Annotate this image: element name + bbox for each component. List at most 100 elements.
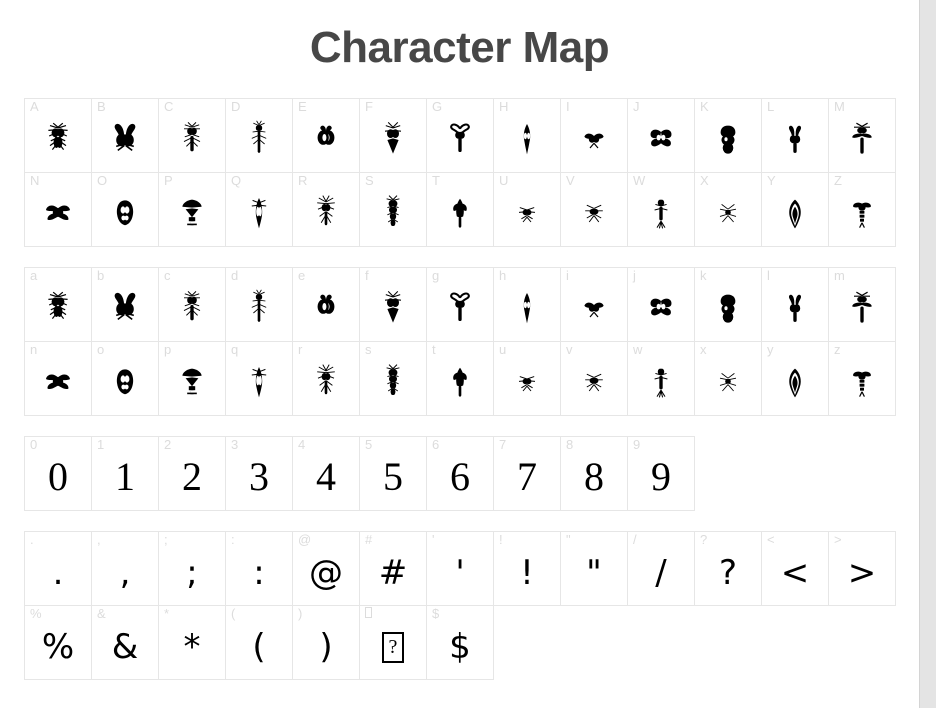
char-cell[interactable]: n <box>25 342 92 416</box>
char-cell[interactable]: h <box>494 268 561 342</box>
char-cell[interactable]: O <box>92 173 159 247</box>
char-cell[interactable]: E <box>293 99 360 173</box>
char-cell[interactable]: Q <box>226 173 293 247</box>
char-cell[interactable]: z <box>829 342 896 416</box>
char-cell[interactable]: 99 <box>628 437 695 511</box>
char-cell[interactable]: .. <box>25 532 92 606</box>
char-cell[interactable]: K <box>695 99 762 173</box>
char-cell[interactable]: 22 <box>159 437 226 511</box>
char-cell[interactable]: * * <box>159 606 226 680</box>
char-cell[interactable]: v <box>561 342 628 416</box>
char-cell[interactable]: (( <box>226 606 293 680</box>
char-cell[interactable]: 77 <box>494 437 561 511</box>
char-cell[interactable]: < < <box>762 532 829 606</box>
char-cell[interactable]: 44 <box>293 437 360 511</box>
char-cell[interactable]: i <box>561 268 628 342</box>
dingbat-glyph <box>440 120 480 160</box>
char-cell[interactable]: $ $ <box>427 606 494 680</box>
char-cell[interactable]: 00 <box>25 437 92 511</box>
char-cell[interactable]: y <box>762 342 829 416</box>
char-cell-label: k <box>700 268 707 283</box>
char-cell-label: L <box>767 99 775 114</box>
char-cell[interactable]: r <box>293 342 360 416</box>
char-cell[interactable]: c <box>159 268 226 342</box>
char-cell[interactable]: S <box>360 173 427 247</box>
char-cell[interactable]: o <box>92 342 159 416</box>
char-cell-label: P <box>164 173 173 188</box>
char-cell[interactable]: e <box>293 268 360 342</box>
char-cell[interactable]: %% <box>25 606 92 680</box>
char-cell[interactable]: A <box>25 99 92 173</box>
char-cell[interactable]: ? <box>360 606 427 680</box>
char-cell[interactable]: H <box>494 99 561 173</box>
char-cell[interactable]: N <box>25 173 92 247</box>
char-cell[interactable]: a <box>25 268 92 342</box>
char-cell[interactable]: ?? <box>695 532 762 606</box>
char-cell[interactable]: U <box>494 173 561 247</box>
char-cell[interactable]: 33 <box>226 437 293 511</box>
char-cell[interactable]: !! <box>494 532 561 606</box>
char-cell[interactable]: / / <box>628 532 695 606</box>
char-cell[interactable]: D <box>226 99 293 173</box>
char-cell[interactable]: f <box>360 268 427 342</box>
char-cell[interactable]: q <box>226 342 293 416</box>
dingbat-glyph <box>172 194 212 234</box>
char-cell[interactable]: L <box>762 99 829 173</box>
char-cell-label: y <box>767 342 774 357</box>
char-cell[interactable]: P <box>159 173 226 247</box>
char-cell[interactable]: > > <box>829 532 896 606</box>
char-cell[interactable]: ' ' <box>427 532 494 606</box>
char-cell-label: r <box>298 342 303 357</box>
scrollbar-thumb[interactable] <box>920 0 936 708</box>
char-cell-label: M <box>834 99 845 114</box>
char-cell-glyph: ( <box>252 626 266 667</box>
char-cell[interactable]: ;; <box>159 532 226 606</box>
char-cell[interactable]: G <box>427 99 494 173</box>
char-cell[interactable]: W <box>628 173 695 247</box>
char-cell[interactable]: F <box>360 99 427 173</box>
char-cell[interactable]: d <box>226 268 293 342</box>
char-cell[interactable]: T <box>427 173 494 247</box>
char-cell[interactable]: t <box>427 342 494 416</box>
char-cell[interactable]: 66 <box>427 437 494 511</box>
char-cell[interactable]: I <box>561 99 628 173</box>
content-viewport[interactable]: Character Map A B C D E F G H I J K L M N O P Q R S T U V W X Y Z… <box>0 0 919 708</box>
char-cell[interactable]: 55 <box>360 437 427 511</box>
char-cell[interactable]: M <box>829 99 896 173</box>
char-cell[interactable]: " " <box>561 532 628 606</box>
char-cell[interactable]: 11 <box>92 437 159 511</box>
char-cell[interactable]: k <box>695 268 762 342</box>
char-cell[interactable]: u <box>494 342 561 416</box>
char-cell[interactable]: ,, <box>92 532 159 606</box>
char-cell-glyph: > <box>847 552 877 593</box>
char-cell[interactable]: l <box>762 268 829 342</box>
char-cell[interactable]: V <box>561 173 628 247</box>
char-cell[interactable]: m <box>829 268 896 342</box>
char-cell[interactable]: R <box>293 173 360 247</box>
char-cell[interactable]: g <box>427 268 494 342</box>
vertical-scrollbar[interactable] <box>919 0 936 708</box>
dingbat-glyph <box>574 363 614 403</box>
char-cell[interactable]: C <box>159 99 226 173</box>
char-cell[interactable]: p <box>159 342 226 416</box>
char-cell-label: V <box>566 173 575 188</box>
char-cell[interactable]: s <box>360 342 427 416</box>
char-cell[interactable]: x <box>695 342 762 416</box>
char-cell[interactable]: Y <box>762 173 829 247</box>
char-cell[interactable]: X <box>695 173 762 247</box>
char-cell[interactable]: w <box>628 342 695 416</box>
char-cell[interactable]: :: <box>226 532 293 606</box>
char-cell[interactable]: @ @ <box>293 532 360 606</box>
char-cell[interactable]: B <box>92 99 159 173</box>
char-cell-glyph: * <box>183 626 201 667</box>
char-cell[interactable]: j <box>628 268 695 342</box>
char-cell[interactable]: )) <box>293 606 360 680</box>
char-cell-label: C <box>164 99 174 114</box>
char-cell-label: T <box>432 173 440 188</box>
char-cell[interactable]: # # <box>360 532 427 606</box>
char-cell[interactable]: 88 <box>561 437 628 511</box>
char-cell[interactable]: Z <box>829 173 896 247</box>
char-cell[interactable]: b <box>92 268 159 342</box>
char-cell[interactable]: & & <box>92 606 159 680</box>
char-cell[interactable]: J <box>628 99 695 173</box>
